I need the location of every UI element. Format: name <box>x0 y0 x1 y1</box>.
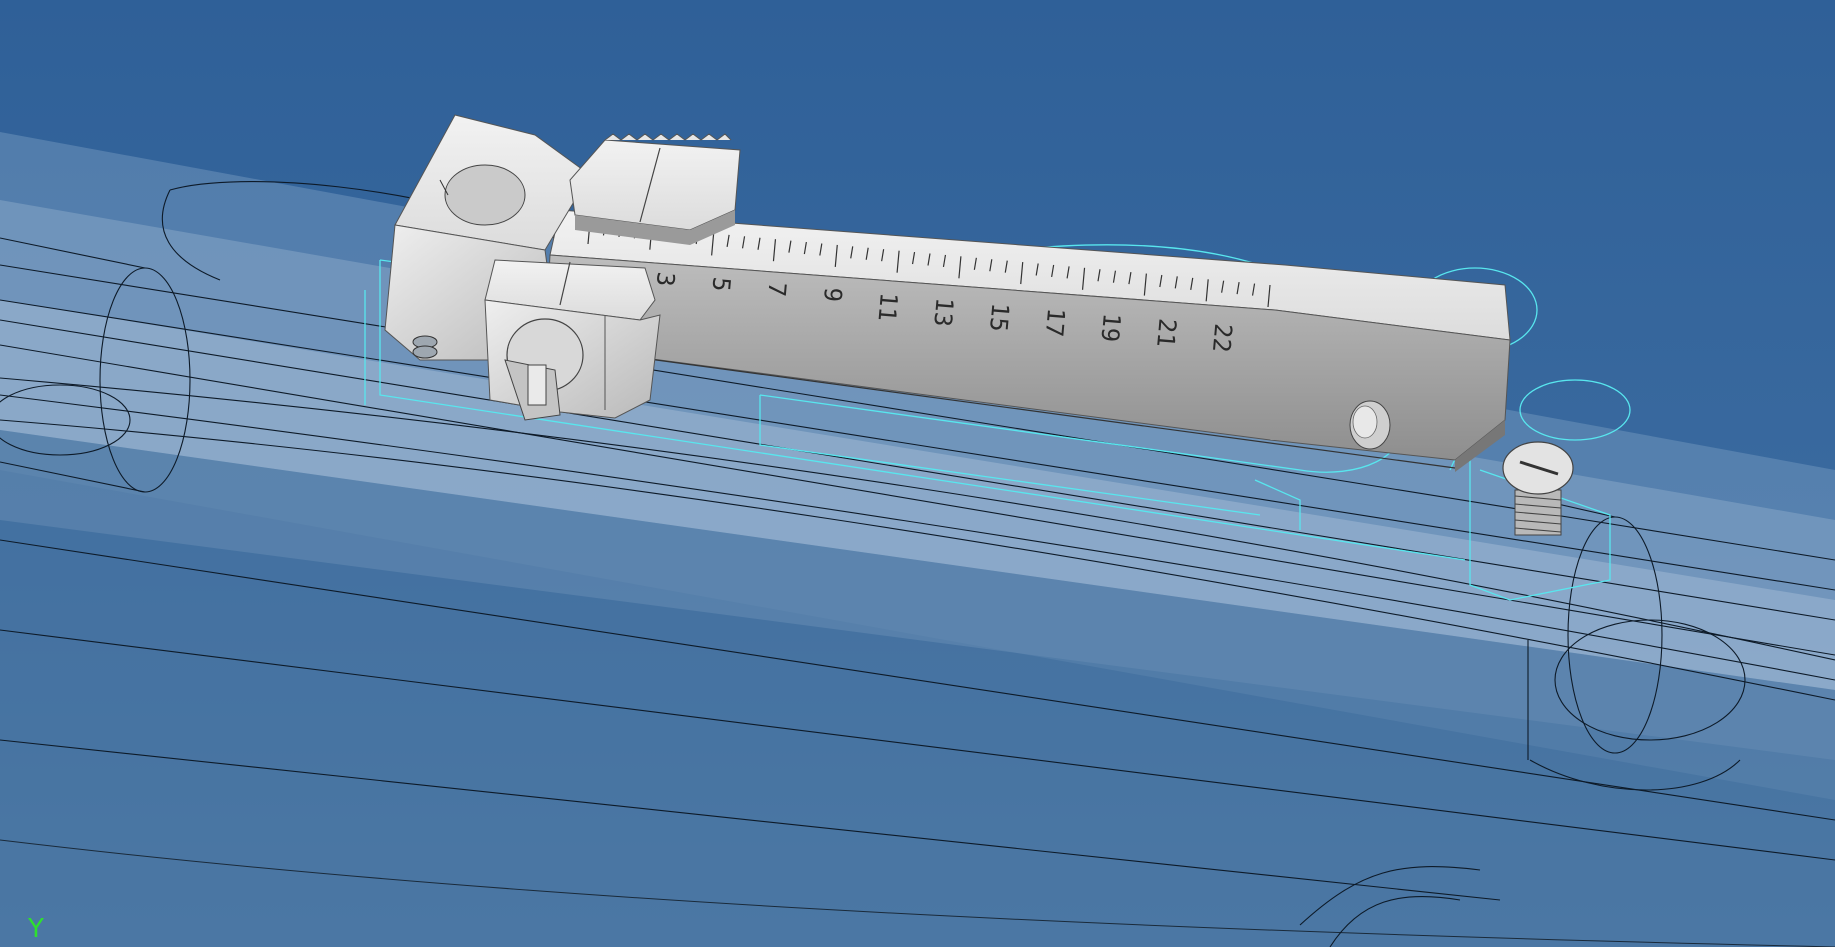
scale-number: 3 <box>651 271 680 288</box>
model-scene[interactable]: 1357911131517192122 <box>0 0 1835 947</box>
scale-number: 22 <box>1207 322 1237 353</box>
scale-number: 13 <box>928 297 958 328</box>
notch-slider-top[interactable] <box>569 133 741 245</box>
hinge-pin <box>1349 400 1391 450</box>
axis-indicator-y: Y <box>28 914 44 944</box>
cad-3d-viewport[interactable]: 1357911131517192122 <box>0 0 1835 947</box>
scale-number: 11 <box>872 291 902 322</box>
scale-number: 15 <box>984 302 1014 333</box>
scale-number: 5 <box>707 276 736 293</box>
scale-number: 7 <box>762 281 791 298</box>
scale-number: 19 <box>1095 312 1125 343</box>
scale-number: 21 <box>1151 317 1181 348</box>
scale-number: 9 <box>818 286 847 303</box>
scale-number: 17 <box>1040 307 1070 338</box>
